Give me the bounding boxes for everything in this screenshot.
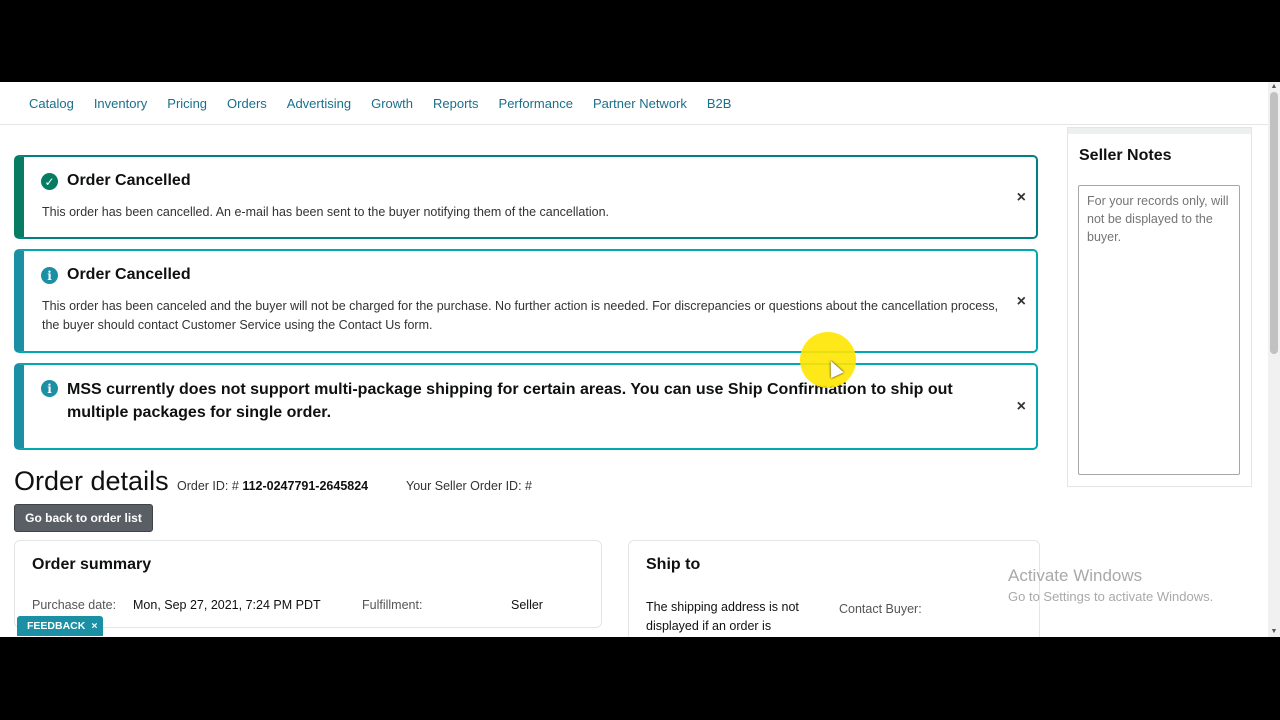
alert-mss-multi-package: i MSS currently does not support multi-p… (14, 363, 1038, 450)
order-summary-card: Order summary Purchase date: Mon, Sep 27… (14, 540, 602, 628)
fulfillment-value: Seller (511, 598, 543, 612)
scroll-thumb[interactable] (1270, 92, 1278, 354)
feedback-label: FEEDBACK (27, 620, 86, 632)
ship-address-note-line2: displayed if an order is (646, 619, 772, 633)
alert-body: This order has been cancelled. An e-mail… (42, 205, 610, 219)
nav-reports[interactable]: Reports (423, 96, 489, 111)
order-id: Order ID: # 112-0247791-2645824 (177, 479, 368, 493)
seller-notes-textarea[interactable] (1078, 185, 1240, 475)
seller-notes-panel: Seller Notes (1067, 127, 1252, 487)
alert-order-cancelled-info: i Order Cancelled This order has been ca… (14, 249, 1038, 353)
card-title: Ship to (646, 556, 701, 573)
nav-partner-network[interactable]: Partner Network (583, 96, 697, 111)
contact-buyer-label[interactable]: Contact Buyer: (839, 602, 922, 616)
alert-title: Order Cancelled (67, 266, 191, 283)
activate-windows-subtitle: Go to Settings to activate Windows. (1008, 589, 1214, 604)
nav-advertising[interactable]: Advertising (277, 96, 361, 111)
check-circle-icon: ✓ (41, 173, 58, 190)
feedback-button[interactable]: FEEDBACK × (17, 616, 104, 636)
purchase-date-label: Purchase date: (32, 598, 117, 612)
close-icon[interactable]: × (1017, 189, 1026, 207)
nav-b2b[interactable]: B2B (697, 96, 742, 111)
close-icon[interactable]: × (1017, 293, 1026, 311)
nav-performance[interactable]: Performance (489, 96, 583, 111)
info-icon: i (41, 380, 58, 397)
scroll-down-icon[interactable]: ▼ (1270, 628, 1278, 636)
nav-orders[interactable]: Orders (217, 96, 277, 111)
back-to-order-list-button[interactable]: Go back to order list (14, 504, 153, 532)
ship-to-card: Ship to The shipping address is not disp… (628, 540, 1040, 637)
order-id-value: 112-0247791-2645824 (242, 479, 369, 493)
info-icon: i (41, 267, 58, 284)
alert-body: This order has been canceled and the buy… (42, 299, 999, 332)
fulfillment-label: Fulfillment: (362, 598, 423, 612)
purchase-date-value: Mon, Sep 27, 2021, 7:24 PM PDT (133, 598, 321, 612)
alert-title: MSS currently does not support multi-pac… (67, 381, 953, 421)
panel-divider (1068, 128, 1251, 134)
seller-central-page: Catalog Inventory Pricing Orders Adverti… (0, 82, 1280, 637)
nav-pricing[interactable]: Pricing (157, 96, 217, 111)
seller-notes-title: Seller Notes (1079, 147, 1172, 164)
card-title: Order summary (32, 556, 152, 573)
ship-address-note-line1: The shipping address is not (646, 600, 799, 614)
close-icon[interactable]: × (91, 620, 97, 632)
seller-order-id: Your Seller Order ID: # (406, 479, 532, 493)
alert-order-cancelled-success: ✓ Order Cancelled This order has been ca… (14, 155, 1038, 239)
top-nav: Catalog Inventory Pricing Orders Adverti… (0, 82, 1268, 125)
activate-windows-title: Activate Windows (1008, 566, 1143, 585)
nav-catalog[interactable]: Catalog (19, 96, 84, 111)
scroll-up-icon[interactable]: ▲ (1270, 83, 1278, 91)
nav-inventory[interactable]: Inventory (84, 96, 157, 111)
alert-title: Order Cancelled (67, 172, 191, 189)
cursor-highlight (800, 332, 856, 388)
nav-growth[interactable]: Growth (361, 96, 423, 111)
order-id-label: Order ID: # (177, 479, 239, 493)
close-icon[interactable]: × (1017, 398, 1026, 416)
page-title: Order details (14, 466, 169, 496)
vertical-scrollbar[interactable]: ▲ ▼ (1268, 82, 1280, 637)
